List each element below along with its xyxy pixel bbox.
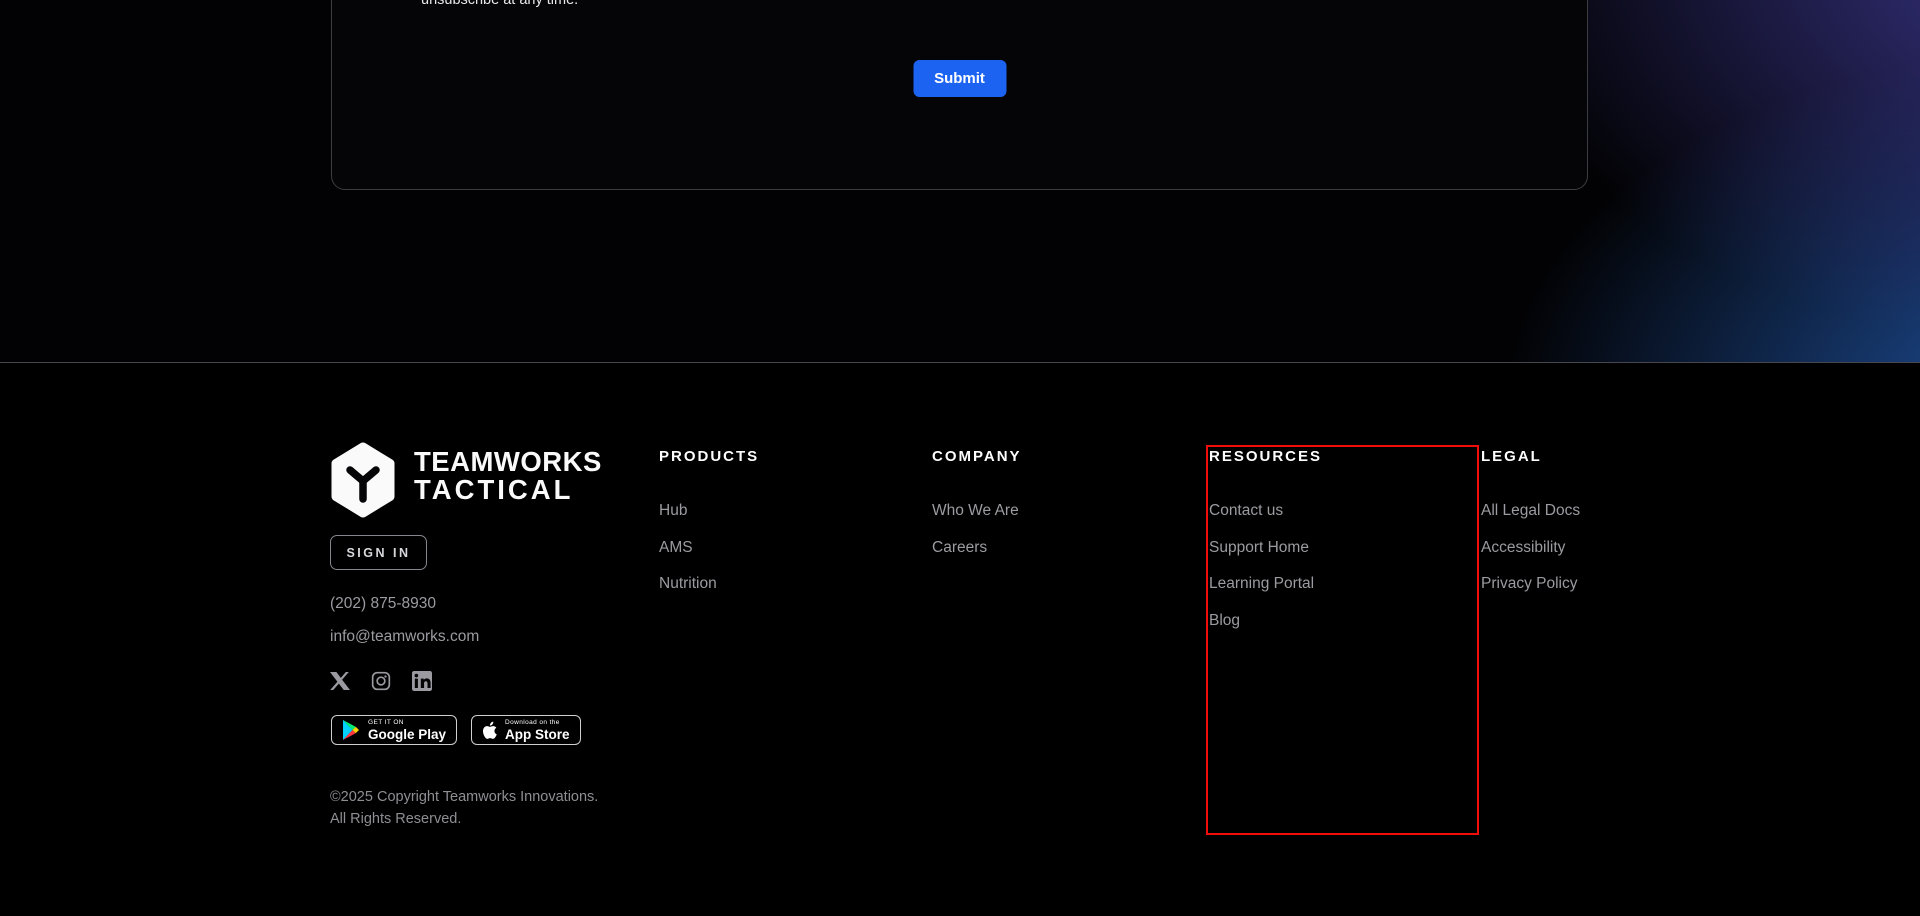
app-badges: GET IT ON Google Play Download on the Ap… xyxy=(331,715,581,745)
footer-column-legal: LEGAL All Legal Docs Accessibility Priva… xyxy=(1481,449,1711,613)
submit-button[interactable]: Submit xyxy=(913,60,1006,97)
logo-text-tactical: TACTICAL xyxy=(414,476,573,504)
phone-link[interactable]: (202) 875-8930 xyxy=(330,595,436,613)
linkedin-icon[interactable] xyxy=(412,671,432,691)
footer-link-ams[interactable]: AMS xyxy=(659,539,693,556)
footer-link-blog[interactable]: Blog xyxy=(1209,612,1240,629)
footer: TEAMWORKS TACTICAL SIGN IN (202) 875-893… xyxy=(0,364,1920,916)
column-heading-company: COMPANY xyxy=(932,449,1162,465)
newsletter-section: unsubscribe at any time. Submit xyxy=(0,0,1920,363)
footer-column-products: PRODUCTS Hub AMS Nutrition xyxy=(659,449,889,613)
footer-link-support-home[interactable]: Support Home xyxy=(1209,539,1309,556)
newsletter-disclaimer-text: unsubscribe at any time. xyxy=(421,0,578,9)
social-links xyxy=(330,671,432,691)
footer-link-who-we-are[interactable]: Who We Are xyxy=(932,502,1019,519)
google-play-icon xyxy=(342,720,360,740)
footer-column-company: COMPANY Who We Are Careers xyxy=(932,449,1162,576)
footer-link-careers[interactable]: Careers xyxy=(932,539,987,556)
footer-link-hub[interactable]: Hub xyxy=(659,502,687,519)
apple-icon xyxy=(482,721,497,740)
footer-link-contact-us[interactable]: Contact us xyxy=(1209,502,1283,519)
email-link[interactable]: info@teamworks.com xyxy=(330,628,479,646)
footer-link-nutrition[interactable]: Nutrition xyxy=(659,575,717,592)
sign-in-button[interactable]: SIGN IN xyxy=(330,535,427,570)
footer-link-privacy-policy[interactable]: Privacy Policy xyxy=(1481,575,1577,592)
footer-column-resources: RESOURCES Contact us Support Home Learni… xyxy=(1209,449,1439,649)
footer-link-accessibility[interactable]: Accessibility xyxy=(1481,539,1565,556)
google-play-label: Google Play xyxy=(368,727,446,742)
copyright-line1: ©2025 Copyright Teamworks Innovations. xyxy=(330,787,598,809)
column-heading-resources: RESOURCES xyxy=(1209,449,1439,465)
footer-link-all-legal-docs[interactable]: All Legal Docs xyxy=(1481,502,1580,519)
column-heading-products: PRODUCTS xyxy=(659,449,889,465)
teamworks-hexagon-icon xyxy=(331,442,395,518)
copyright-text: ©2025 Copyright Teamworks Innovations. A… xyxy=(330,787,598,830)
copyright-line2: All Rights Reserved. xyxy=(330,809,598,831)
google-play-badge[interactable]: GET IT ON Google Play xyxy=(331,715,457,745)
newsletter-card: unsubscribe at any time. Submit xyxy=(331,0,1588,190)
app-store-label: App Store xyxy=(505,727,570,742)
x-twitter-icon[interactable] xyxy=(330,671,350,691)
app-store-badge[interactable]: Download on the App Store xyxy=(471,715,581,745)
footer-link-learning-portal[interactable]: Learning Portal xyxy=(1209,575,1314,592)
google-play-tagline: GET IT ON xyxy=(368,719,446,727)
app-store-tagline: Download on the xyxy=(505,719,570,727)
column-heading-legal: LEGAL xyxy=(1481,449,1711,465)
logo-text-teamworks: TEAMWORKS xyxy=(414,448,602,476)
brand-logo[interactable]: TEAMWORKS TACTICAL xyxy=(331,442,621,518)
instagram-icon[interactable] xyxy=(371,671,391,691)
